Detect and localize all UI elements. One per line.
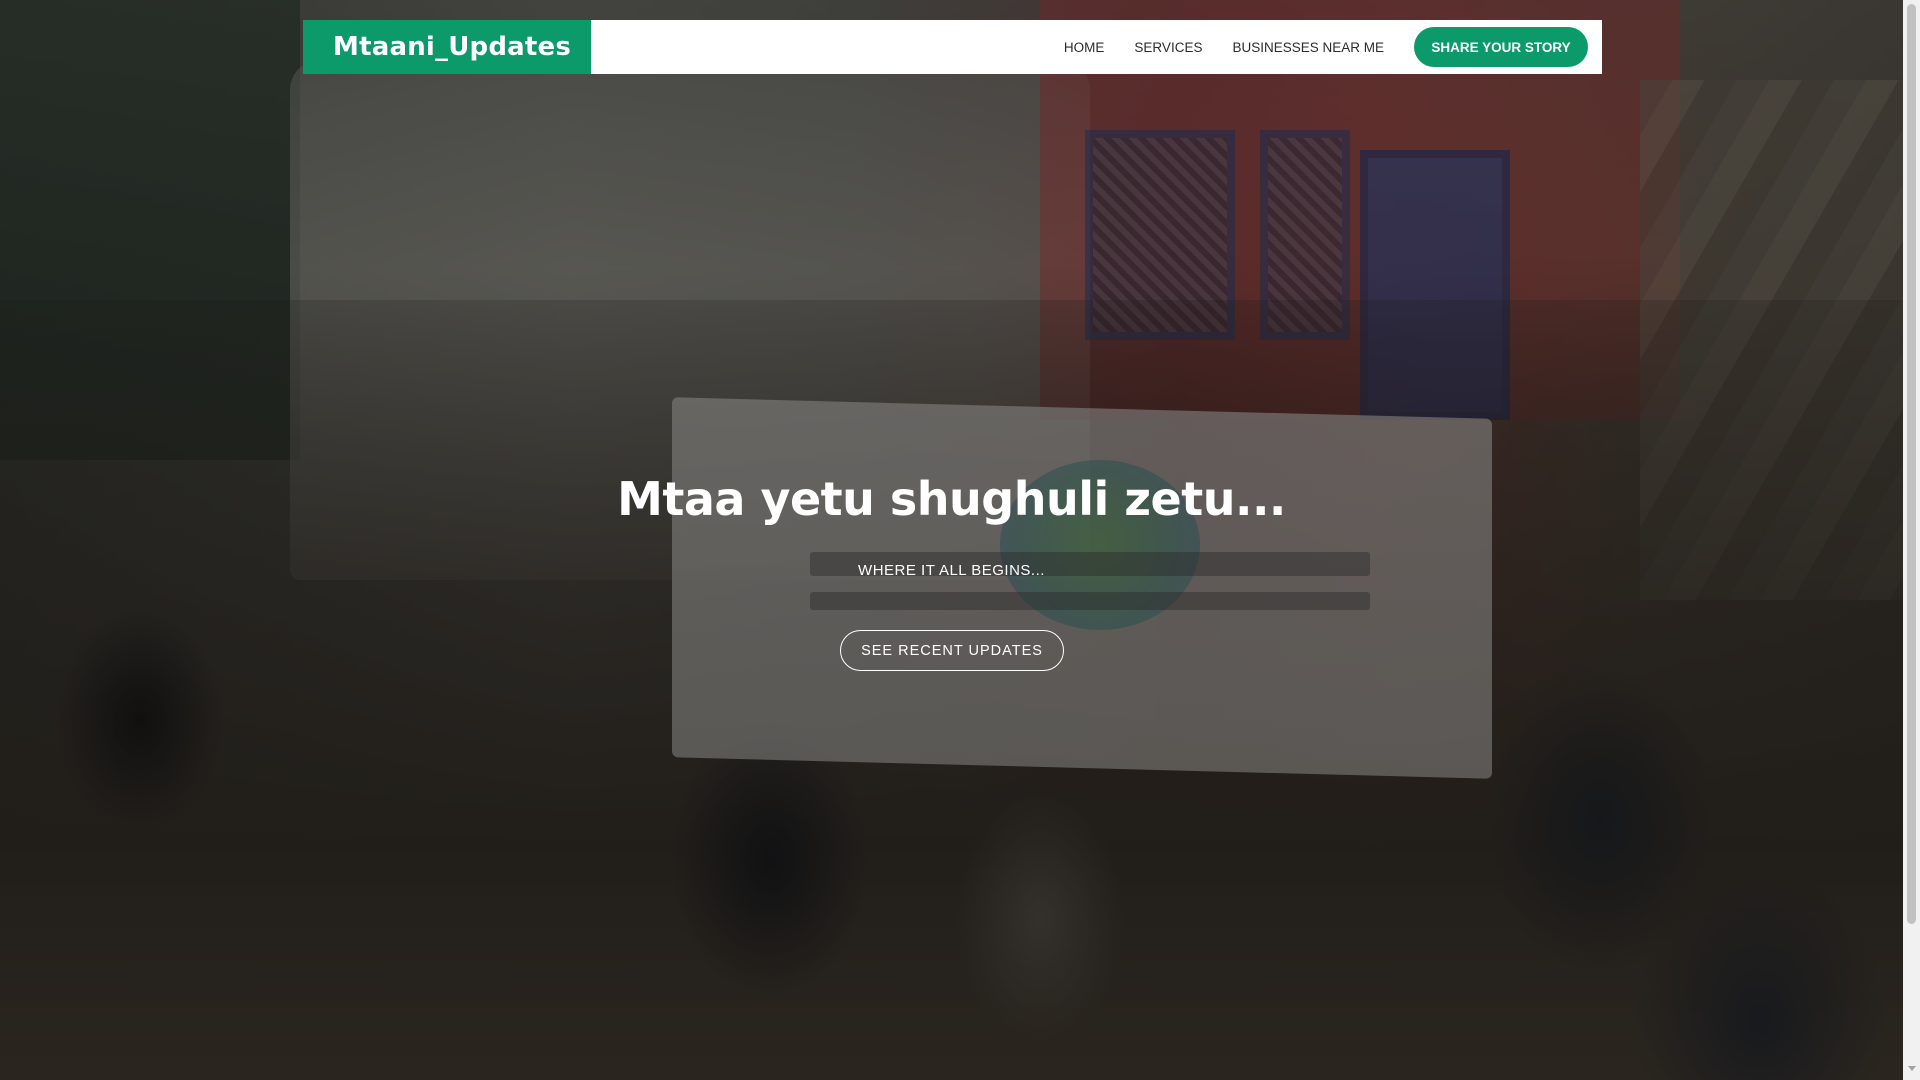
- nav-services-link[interactable]: SERVICES: [1134, 40, 1202, 55]
- brand-logo[interactable]: Mtaani_Updates: [303, 20, 591, 74]
- brand-name: Mtaani_Updates: [333, 32, 572, 62]
- hero-dark-overlay: [0, 0, 1903, 1080]
- nav-home-link[interactable]: HOME: [1064, 40, 1105, 55]
- hero-subtitle: WHERE IT ALL BEGINS...: [858, 562, 1045, 579]
- nav-businesses-near-me-link[interactable]: BUSINESSES NEAR ME: [1232, 40, 1384, 55]
- share-your-story-button[interactable]: SHARE YOUR STORY: [1414, 27, 1588, 67]
- hero-title: Mtaa yetu shughuli zetu...: [617, 472, 1286, 526]
- hero-background-photo: [0, 0, 1903, 1080]
- main-nav: HOME SERVICES BUSINESSES NEAR ME SHARE Y…: [1049, 20, 1602, 74]
- scroll-down-arrow-icon[interactable]: [1908, 1066, 1916, 1071]
- page-scrollbar[interactable]: [1903, 0, 1920, 1080]
- see-recent-updates-button[interactable]: SEE RECENT UPDATES: [840, 630, 1064, 671]
- top-navbar: Mtaani_Updates HOME SERVICES BUSINESSES …: [303, 20, 1602, 74]
- scrollbar-thumb[interactable]: [1907, 4, 1916, 924]
